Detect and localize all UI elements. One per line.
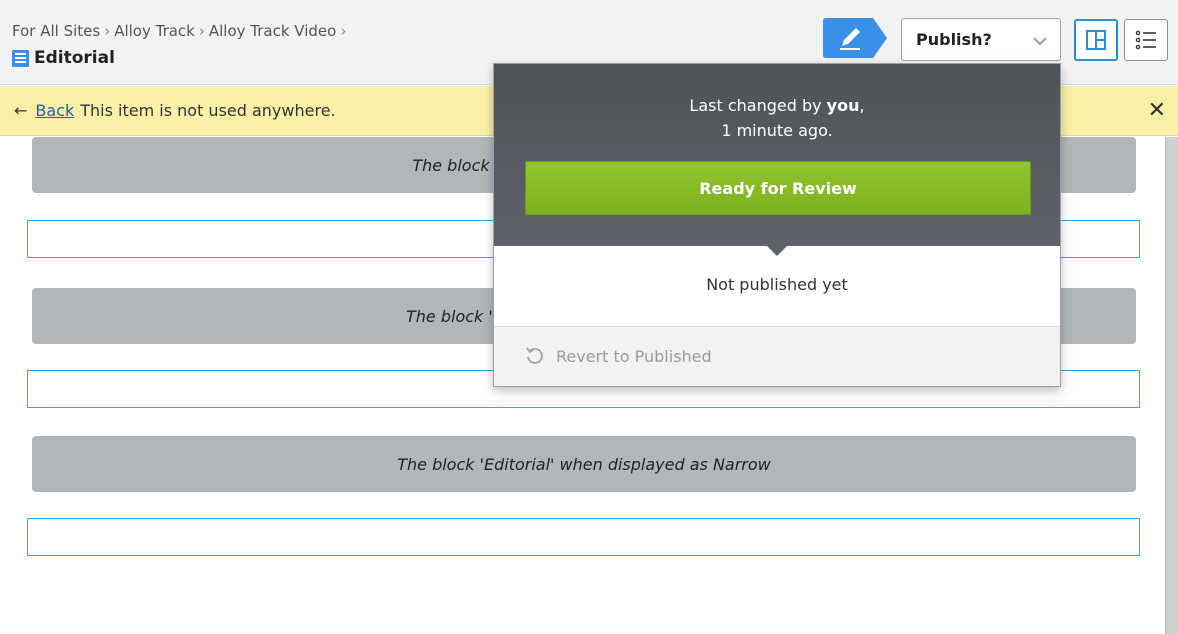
close-icon[interactable]: ✕ bbox=[1148, 98, 1166, 123]
publish-button[interactable]: Publish? bbox=[901, 18, 1061, 61]
arrow-left-icon[interactable]: ← bbox=[14, 101, 27, 120]
last-changed-time: 1 minute ago. bbox=[721, 121, 833, 140]
app-root: For All Sites › Alloy Track › Alloy Track Vi… bbox=[0, 0, 1178, 634]
revert-to-published-button[interactable]: Revert to Published bbox=[524, 345, 712, 367]
breadcrumb-item[interactable]: Alloy Track bbox=[114, 22, 195, 40]
publish-status: Not published yet bbox=[706, 275, 848, 294]
breadcrumb: For All Sites › Alloy Track › Alloy Track Vi… bbox=[12, 22, 350, 40]
last-changed-prefix: Last changed by bbox=[689, 96, 822, 115]
last-changed-text: Last changed by you, 1 minute ago. bbox=[494, 93, 1060, 143]
last-changed-user: you bbox=[826, 96, 860, 115]
list-icon bbox=[1135, 30, 1156, 50]
block-drop-area[interactable] bbox=[27, 518, 1140, 556]
list-view-button[interactable] bbox=[1124, 19, 1168, 61]
page-title-text: Editorial bbox=[34, 48, 115, 68]
view-toggle bbox=[1074, 19, 1172, 61]
revert-icon bbox=[526, 347, 543, 364]
block-display-header: The block 'Editorial' when displayed as … bbox=[32, 436, 1136, 492]
notification-message: This item is not used anywhere. bbox=[80, 101, 336, 120]
edit-button[interactable] bbox=[823, 18, 887, 58]
page-title: Editorial bbox=[12, 48, 115, 68]
popup-header bbox=[494, 64, 1060, 246]
popup-caret bbox=[766, 245, 788, 256]
vertical-scrollbar[interactable] bbox=[1165, 137, 1178, 634]
last-changed-comma: , bbox=[859, 96, 865, 115]
chevron-down-icon bbox=[1033, 37, 1047, 46]
page-type-icon bbox=[12, 49, 29, 67]
revert-label: Revert to Published bbox=[556, 346, 712, 366]
breadcrumb-separator: › bbox=[104, 22, 111, 40]
breadcrumb-separator: › bbox=[198, 22, 205, 40]
back-link[interactable]: Back bbox=[35, 101, 74, 120]
breadcrumb-item[interactable]: Alloy Track Video bbox=[209, 22, 336, 40]
publish-popup: Last changed by you, 1 minute ago. Ready… bbox=[493, 63, 1061, 387]
publish-button-label: Publish? bbox=[916, 30, 992, 49]
breadcrumb-separator: › bbox=[340, 22, 347, 40]
layout-columns-icon bbox=[1086, 30, 1106, 50]
breadcrumb-item[interactable]: For All Sites bbox=[12, 22, 100, 40]
ready-for-review-button[interactable]: Ready for Review bbox=[525, 161, 1031, 215]
layout-view-button[interactable] bbox=[1074, 19, 1118, 61]
